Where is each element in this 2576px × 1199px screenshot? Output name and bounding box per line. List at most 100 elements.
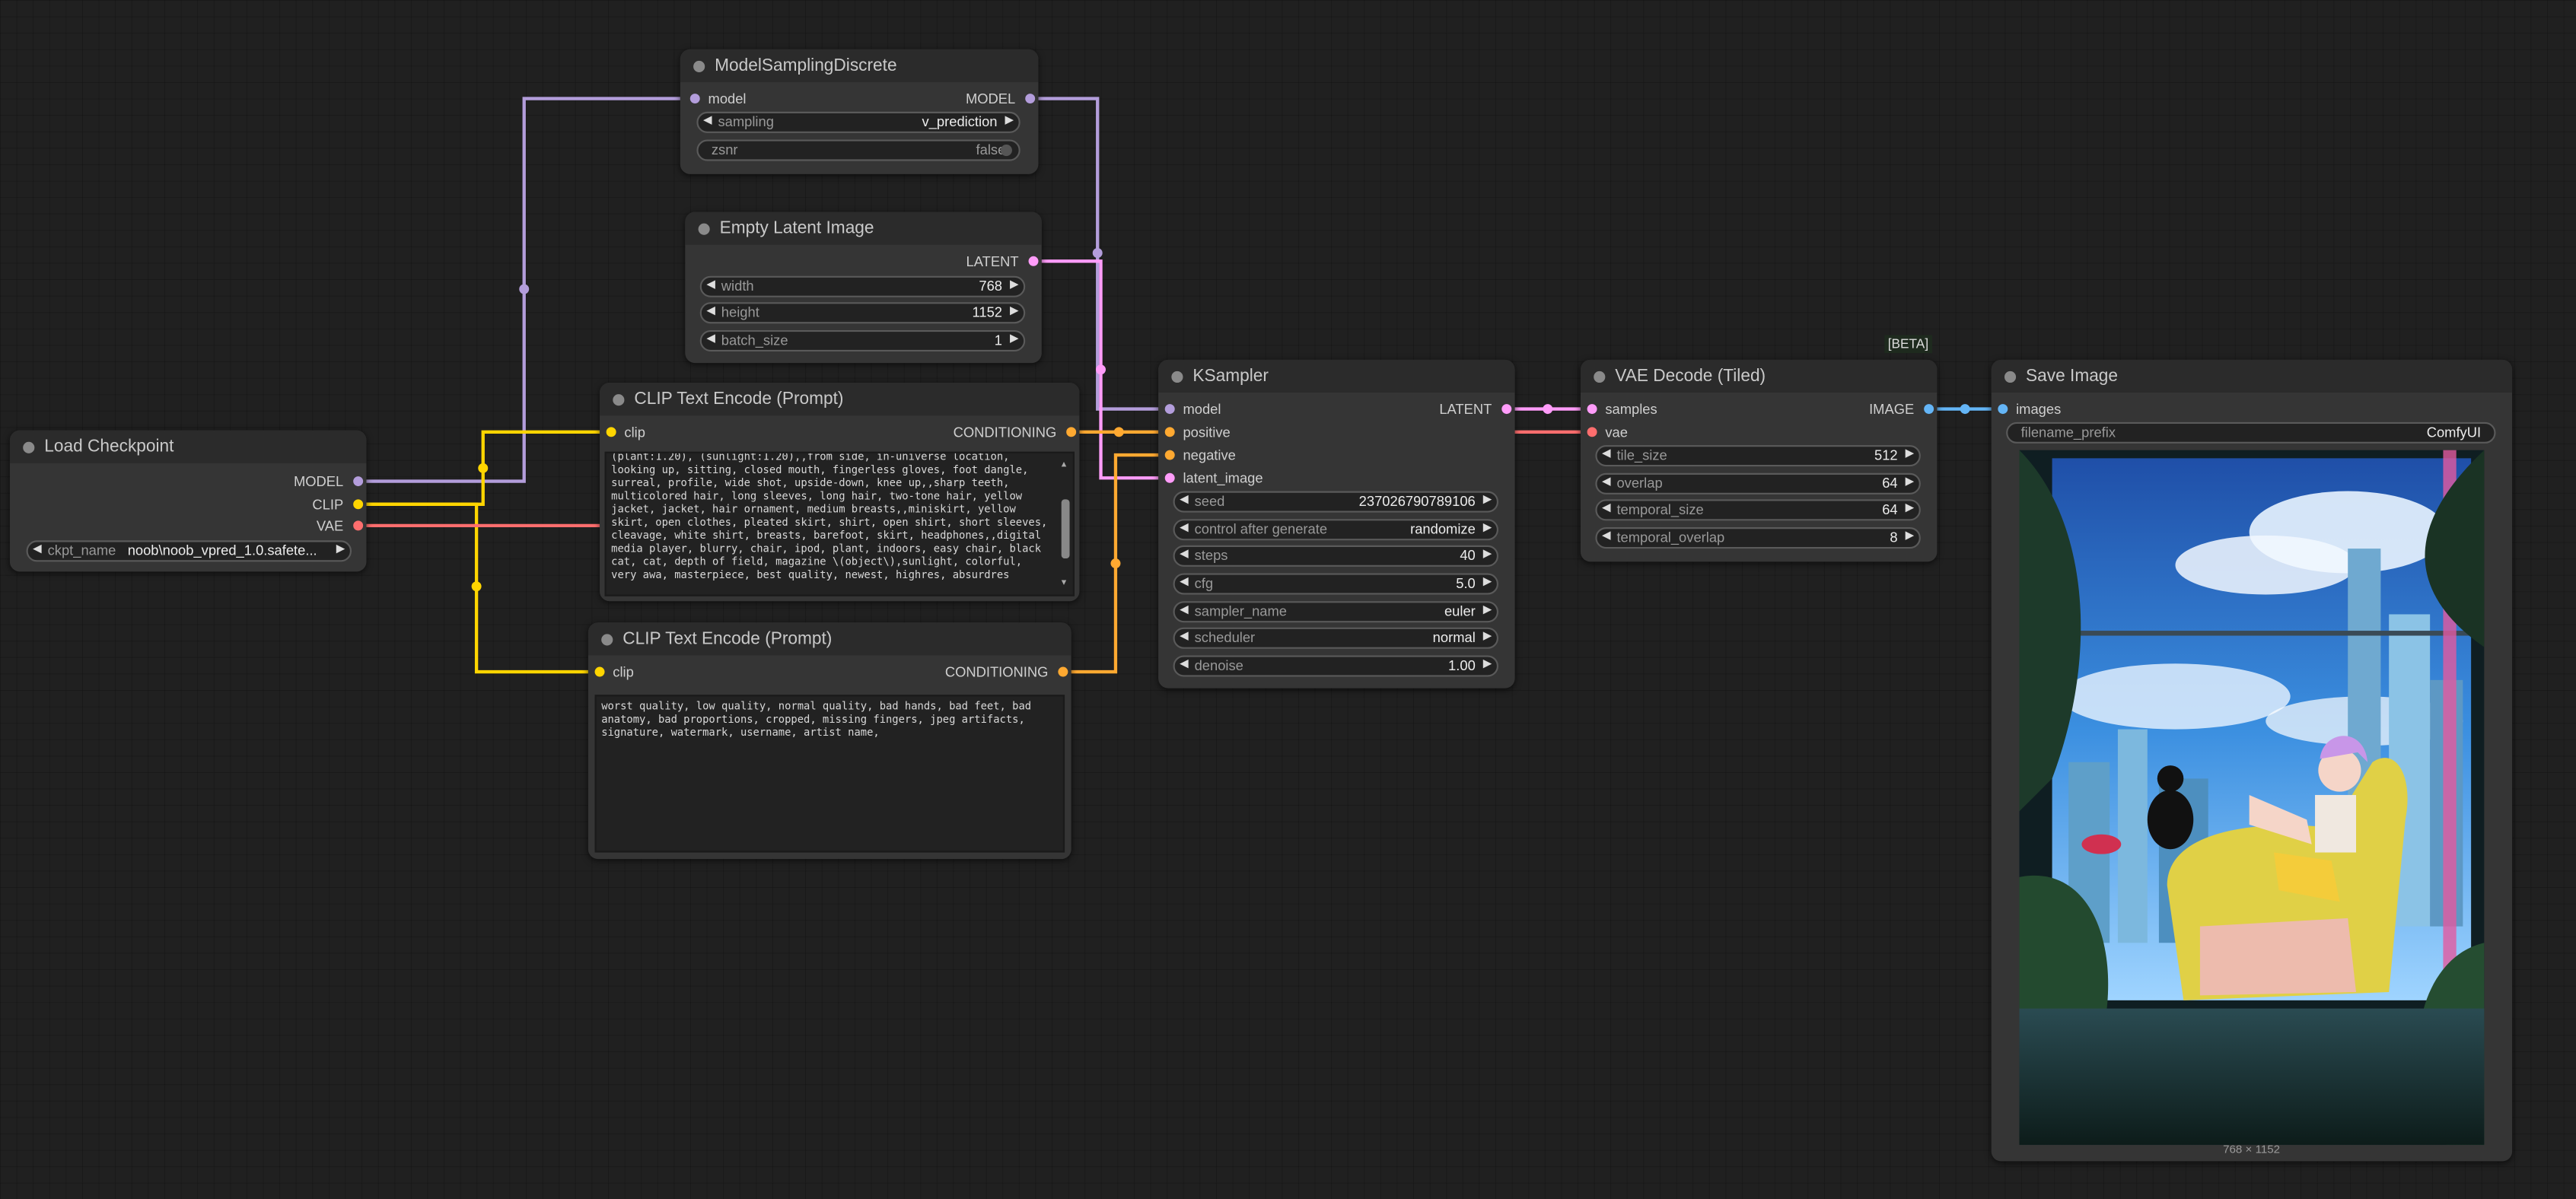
textarea-scrollbar[interactable]: ▲ ▼ <box>1061 460 1070 588</box>
input-slot-vae[interactable]: vae <box>1585 424 1628 440</box>
decrement-arrow-icon[interactable]: ◀ <box>706 278 715 295</box>
input-slot-clip[interactable]: clip <box>605 424 645 440</box>
output-slot-latent[interactable]: LATENT <box>1439 401 1512 417</box>
combo-ckpt-name[interactable]: ◀ ckpt_name noob\noob_vpred_1.0.safete..… <box>26 540 352 561</box>
number-cfg[interactable]: ◀ cfg 5.0 ▶ <box>1173 573 1499 594</box>
increment-arrow-icon[interactable]: ▶ <box>1483 629 1492 647</box>
node-ksampler[interactable]: KSampler model positive negative latent_… <box>1158 359 1515 689</box>
prompt-textarea[interactable]: (plant:1.20), (sunlight:1.20),,from side… <box>604 451 1075 596</box>
input-slot-positive[interactable]: positive <box>1164 424 1231 440</box>
input-slot-model[interactable]: model <box>689 91 747 107</box>
number-height[interactable]: ◀ height 1152 ▶ <box>699 302 1026 323</box>
combo-scheduler[interactable]: ◀ scheduler normal ▶ <box>1173 627 1499 648</box>
increment-arrow-icon[interactable]: ▶ <box>1483 575 1492 593</box>
increment-arrow-icon[interactable]: ▶ <box>1010 278 1019 295</box>
toggle-knob-icon[interactable] <box>1000 144 1012 157</box>
increment-arrow-icon[interactable]: ▶ <box>1906 529 1915 546</box>
increment-arrow-icon[interactable]: ▶ <box>1483 547 1492 565</box>
node-title[interactable]: Save Image <box>1991 359 2513 393</box>
output-slot-conditioning[interactable]: CONDITIONING <box>954 424 1077 440</box>
node-clip-text-encode-negative[interactable]: CLIP Text Encode (Prompt) clip CONDITION… <box>587 622 1071 860</box>
number-steps[interactable]: ◀ steps 40 ▶ <box>1173 545 1499 566</box>
node-load-checkpoint[interactable]: Load Checkpoint MODEL CLIP VAE ◀ ckpt_na… <box>9 430 367 572</box>
output-slot-model[interactable]: MODEL <box>966 91 1036 107</box>
input-slot-model[interactable]: model <box>1164 401 1221 417</box>
prompt-textarea[interactable]: worst quality, low quality, normal quali… <box>594 695 1065 853</box>
node-save-image[interactable]: Save Image images filename_prefix ComfyU… <box>1991 359 2513 1162</box>
decrement-arrow-icon[interactable]: ◀ <box>1602 501 1611 518</box>
output-slot-image[interactable]: IMAGE <box>1869 401 1934 417</box>
number-width[interactable]: ◀ width 768 ▶ <box>699 275 1026 297</box>
decrement-arrow-icon[interactable]: ◀ <box>1180 603 1189 620</box>
output-slot-vae[interactable]: VAE <box>317 517 364 534</box>
node-title[interactable]: VAE Decode (Tiled) <box>1580 359 1938 393</box>
output-slot-conditioning[interactable]: CONDITIONING <box>945 663 1068 680</box>
decrement-arrow-icon[interactable]: ◀ <box>1180 493 1189 510</box>
increment-arrow-icon[interactable]: ▶ <box>1010 332 1019 349</box>
decrement-arrow-icon[interactable]: ◀ <box>33 542 42 559</box>
decrement-arrow-icon[interactable]: ◀ <box>706 332 715 349</box>
input-slot-negative[interactable]: negative <box>1164 447 1236 463</box>
increment-arrow-icon[interactable]: ▶ <box>1005 113 1014 131</box>
increment-arrow-icon[interactable]: ▶ <box>336 542 345 559</box>
output-slot-clip[interactable]: CLIP <box>312 496 364 513</box>
collapse-dot-icon[interactable] <box>601 633 613 645</box>
graph-canvas[interactable]: ModelSamplingDiscrete model MODEL ◀ samp… <box>0 0 2576 1199</box>
decrement-arrow-icon[interactable]: ◀ <box>703 113 712 131</box>
decrement-arrow-icon[interactable]: ◀ <box>1180 629 1189 647</box>
number-seed[interactable]: ◀ seed 237026790789106 ▶ <box>1173 491 1499 512</box>
decrement-arrow-icon[interactable]: ◀ <box>1180 520 1189 538</box>
decrement-arrow-icon[interactable]: ◀ <box>706 304 715 321</box>
scroll-up-icon[interactable]: ▲ <box>1062 460 1067 470</box>
preview-image[interactable] <box>2019 450 2485 1145</box>
combo-sampler-name[interactable]: ◀ sampler_name euler ▶ <box>1173 601 1499 622</box>
increment-arrow-icon[interactable]: ▶ <box>1483 493 1492 510</box>
node-title[interactable]: CLIP Text Encode (Prompt) <box>587 622 1071 656</box>
text-filename-prefix[interactable]: filename_prefix ComfyUI <box>2006 421 2496 443</box>
increment-arrow-icon[interactable]: ▶ <box>1906 475 1915 492</box>
combo-sampling[interactable]: ◀ sampling v_prediction ▶ <box>696 111 1021 132</box>
increment-arrow-icon[interactable]: ▶ <box>1483 657 1492 675</box>
input-slot-latent-image[interactable]: latent_image <box>1164 469 1263 486</box>
output-slot-latent[interactable]: LATENT <box>966 253 1039 269</box>
node-empty-latent-image[interactable]: Empty Latent Image LATENT ◀ width 768 ▶ … <box>685 211 1042 364</box>
scroll-down-icon[interactable]: ▼ <box>1062 578 1067 588</box>
node-model-sampling-discrete[interactable]: ModelSamplingDiscrete model MODEL ◀ samp… <box>680 49 1039 174</box>
number-denoise[interactable]: ◀ denoise 1.00 ▶ <box>1173 655 1499 676</box>
node-vae-decode-tiled[interactable]: VAE Decode (Tiled) samples vae IMAGE ◀ t… <box>1580 359 1938 562</box>
collapse-dot-icon[interactable] <box>1171 370 1183 382</box>
number-tile-size[interactable]: ◀ tile_size 512 ▶ <box>1595 445 1921 466</box>
increment-arrow-icon[interactable]: ▶ <box>1906 501 1915 518</box>
increment-arrow-icon[interactable]: ▶ <box>1906 447 1915 464</box>
number-overlap[interactable]: ◀ overlap 64 ▶ <box>1595 472 1921 494</box>
input-slot-clip[interactable]: clip <box>593 663 634 680</box>
node-title[interactable]: ModelSamplingDiscrete <box>680 49 1039 82</box>
number-batch-size[interactable]: ◀ batch_size 1 ▶ <box>699 329 1026 351</box>
toggle-zsnr[interactable]: zsnr false <box>696 139 1021 161</box>
number-temporal-overlap[interactable]: ◀ temporal_overlap 8 ▶ <box>1595 527 1921 549</box>
node-title[interactable]: KSampler <box>1158 359 1515 393</box>
collapse-dot-icon[interactable] <box>23 440 35 453</box>
decrement-arrow-icon[interactable]: ◀ <box>1180 547 1189 565</box>
node-title[interactable]: CLIP Text Encode (Prompt) <box>600 383 1080 416</box>
decrement-arrow-icon[interactable]: ◀ <box>1180 657 1189 675</box>
scroll-thumb[interactable] <box>1061 499 1070 559</box>
number-temporal-size[interactable]: ◀ temporal_size 64 ▶ <box>1595 499 1921 520</box>
output-slot-model[interactable]: MODEL <box>294 473 364 489</box>
collapse-dot-icon[interactable] <box>693 59 705 72</box>
collapse-dot-icon[interactable] <box>698 222 710 234</box>
increment-arrow-icon[interactable]: ▶ <box>1010 304 1019 321</box>
decrement-arrow-icon[interactable]: ◀ <box>1602 475 1611 492</box>
combo-control-after-generate[interactable]: ◀ control after generate randomize ▶ <box>1173 519 1499 540</box>
node-clip-text-encode-positive[interactable]: CLIP Text Encode (Prompt) clip CONDITION… <box>600 383 1080 602</box>
node-title[interactable]: Load Checkpoint <box>9 430 367 463</box>
increment-arrow-icon[interactable]: ▶ <box>1483 520 1492 538</box>
decrement-arrow-icon[interactable]: ◀ <box>1602 529 1611 546</box>
input-slot-images[interactable]: images <box>1996 401 2061 417</box>
decrement-arrow-icon[interactable]: ◀ <box>1602 447 1611 464</box>
input-slot-samples[interactable]: samples <box>1585 401 1657 417</box>
collapse-dot-icon[interactable] <box>2004 370 2017 382</box>
collapse-dot-icon[interactable] <box>1594 370 1606 382</box>
increment-arrow-icon[interactable]: ▶ <box>1483 603 1492 620</box>
collapse-dot-icon[interactable] <box>613 393 625 405</box>
